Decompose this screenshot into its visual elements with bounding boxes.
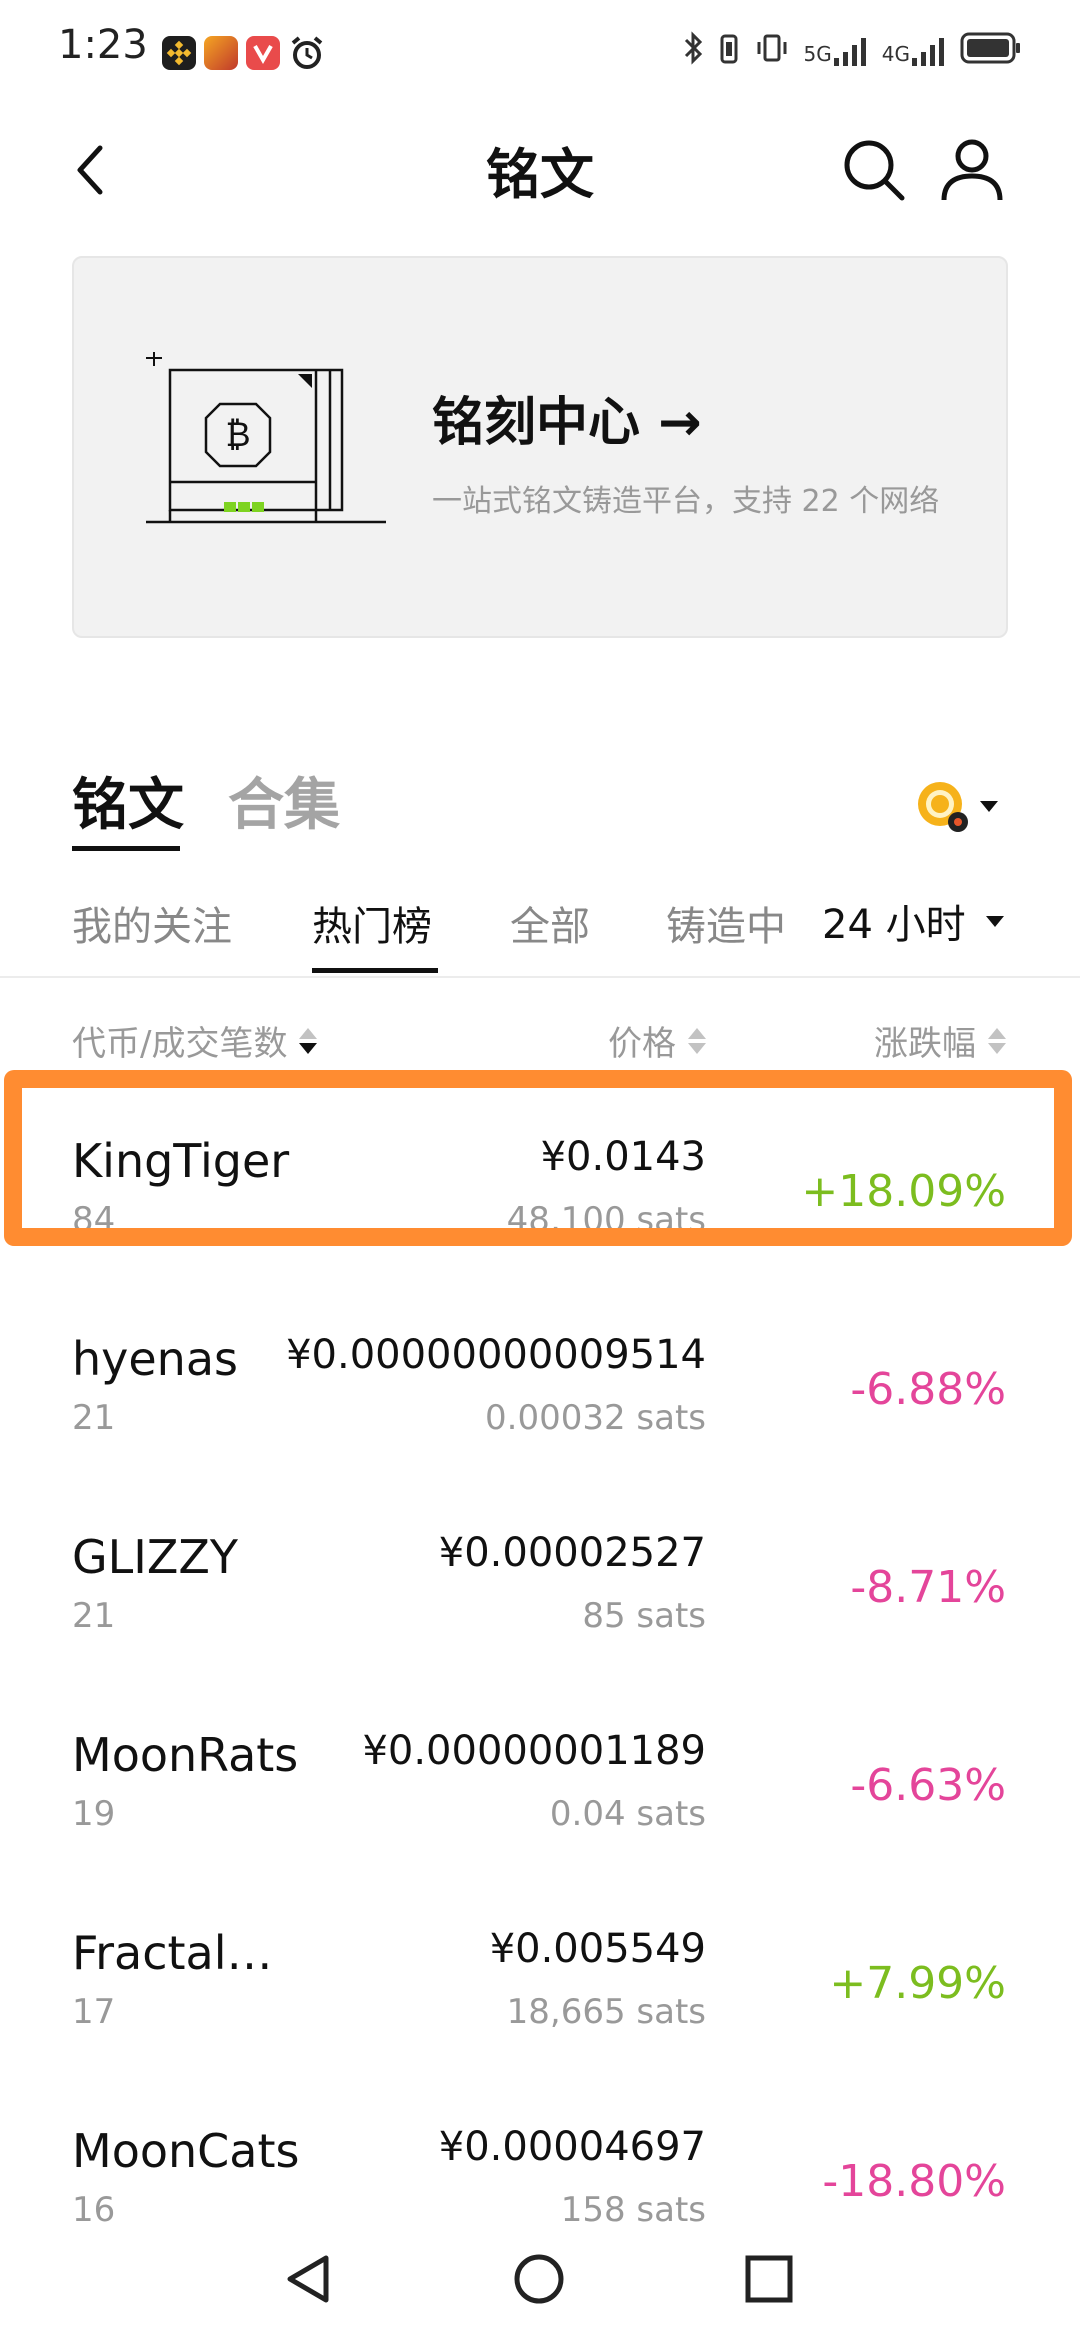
- network-label: 5G: [803, 42, 832, 66]
- price-change: +7.99%: [829, 1958, 1006, 2009]
- trade-count: 17: [72, 1992, 116, 2032]
- highlight-box: [4, 1070, 1072, 1246]
- token-sats: 0.04 sats: [549, 1794, 706, 1834]
- token-name: GLIZZY: [72, 1530, 238, 1584]
- tab-all[interactable]: 全部: [510, 894, 590, 952]
- token-price: ¥0.00004697: [438, 2124, 706, 2170]
- token-price: ¥0.005549: [489, 1926, 706, 1972]
- bitcoin-machine-illustration: ₿: [140, 350, 392, 536]
- chevron-down-icon: [985, 915, 1004, 927]
- game-icon: [204, 36, 238, 70]
- column-change-label: 涨跌幅: [874, 1024, 976, 1064]
- token-name: MoonCats: [72, 2124, 300, 2178]
- price-change: -18.80%: [822, 2156, 1006, 2207]
- vibrate-icon: [754, 30, 790, 72]
- trade-count: 16: [72, 2190, 116, 2230]
- sort-change-header[interactable]: 涨跌幅: [874, 1016, 1006, 1065]
- tab-trending[interactable]: 热门榜: [312, 894, 432, 952]
- banner-title: 铭刻中心 →: [432, 393, 702, 453]
- binance-icon: [162, 36, 196, 70]
- tab-inscriptions[interactable]: 铭文: [72, 760, 184, 841]
- nav-home-button[interactable]: [512, 2252, 566, 2310]
- sort-token-header[interactable]: 代币/成交笔数: [72, 1016, 318, 1065]
- tab-following[interactable]: 我的关注: [72, 894, 232, 952]
- token-name: MoonRats: [72, 1728, 299, 1782]
- table-row[interactable]: hyenas 21 ¥0.00000000009514 0.00032 sats…: [0, 1280, 1080, 1478]
- token-name: hyenas: [72, 1332, 238, 1386]
- svg-text:₿: ₿: [225, 415, 250, 455]
- table-row[interactable]: MoonRats 19 ¥0.00000001189 0.04 sats -6.…: [0, 1676, 1080, 1874]
- token-price: ¥0.00000000009514: [286, 1332, 706, 1378]
- home-nav-icon: [514, 2254, 564, 2304]
- status-right-cluster: 5G 4G: [682, 30, 1022, 72]
- token-sats: 85 sats: [582, 1596, 706, 1636]
- alarm-icon: [288, 34, 326, 76]
- tabs-divider: [0, 976, 1080, 978]
- page-title: 铭文: [486, 143, 594, 206]
- column-token-label: 代币/成交笔数: [72, 1024, 288, 1064]
- network-label: 4G: [881, 42, 910, 66]
- video-app-icon: [246, 36, 280, 70]
- main-tab-indicator: [72, 846, 180, 851]
- status-time: 1:23: [58, 22, 148, 68]
- price-change: -6.63%: [850, 1760, 1006, 1811]
- token-price: ¥0.00002527: [438, 1530, 706, 1576]
- sort-icon: [299, 1027, 318, 1054]
- time-filter-label: 24 小时: [822, 902, 966, 948]
- sort-icon: [988, 1027, 1006, 1054]
- token-name: Fractal…: [72, 1926, 273, 1980]
- token-price: ¥0.00000001189: [362, 1728, 706, 1774]
- sub-tab-indicator: [312, 968, 438, 973]
- chain-selector[interactable]: [914, 778, 998, 834]
- column-price-label: 价格: [608, 1024, 676, 1064]
- recents-nav-icon: [745, 2255, 793, 2303]
- table-row[interactable]: Fractal… 17 ¥0.005549 18,665 sats +7.99%: [0, 1874, 1080, 2072]
- table-row[interactable]: MoonCats 16 ¥0.00004697 158 sats -18.80%: [0, 2072, 1080, 2270]
- price-change: -8.71%: [850, 1562, 1006, 1613]
- trade-count: 21: [72, 1398, 116, 1438]
- nav-back-button[interactable]: [282, 2252, 336, 2310]
- trade-count: 19: [72, 1794, 116, 1834]
- signal-4g: 4G: [882, 36, 946, 66]
- token-sats: 18,665 sats: [506, 1992, 706, 2032]
- profile-button[interactable]: [938, 136, 1006, 208]
- person-icon: [941, 139, 1003, 201]
- nav-recents-button[interactable]: [742, 2252, 796, 2310]
- battery-saver-icon: [718, 30, 740, 72]
- search-icon: [844, 140, 905, 201]
- bluetooth-icon: [682, 30, 704, 72]
- tab-minting[interactable]: 铸造中: [666, 894, 786, 952]
- banner-subtitle: 一站式铭文铸造平台，支持 22 个网络: [432, 484, 940, 519]
- back-nav-icon: [287, 2255, 329, 2303]
- time-filter-dropdown[interactable]: 24 小时: [822, 892, 1004, 950]
- sort-icon: [688, 1027, 706, 1054]
- token-sats: 158 sats: [560, 2190, 706, 2230]
- battery-icon: [960, 30, 1022, 72]
- table-row[interactable]: GLIZZY 21 ¥0.00002527 85 sats -8.71%: [0, 1478, 1080, 1676]
- token-sats: 0.00032 sats: [485, 1398, 706, 1438]
- tab-collections[interactable]: 合集: [228, 760, 340, 841]
- chevron-down-icon: [980, 800, 998, 812]
- trade-count: 21: [72, 1596, 116, 1636]
- search-button[interactable]: [840, 136, 908, 208]
- signal-5g: 5G: [804, 36, 868, 66]
- price-change: -6.88%: [850, 1364, 1006, 1415]
- sort-price-header[interactable]: 价格: [608, 1016, 706, 1065]
- chain-token-icon: [918, 782, 968, 832]
